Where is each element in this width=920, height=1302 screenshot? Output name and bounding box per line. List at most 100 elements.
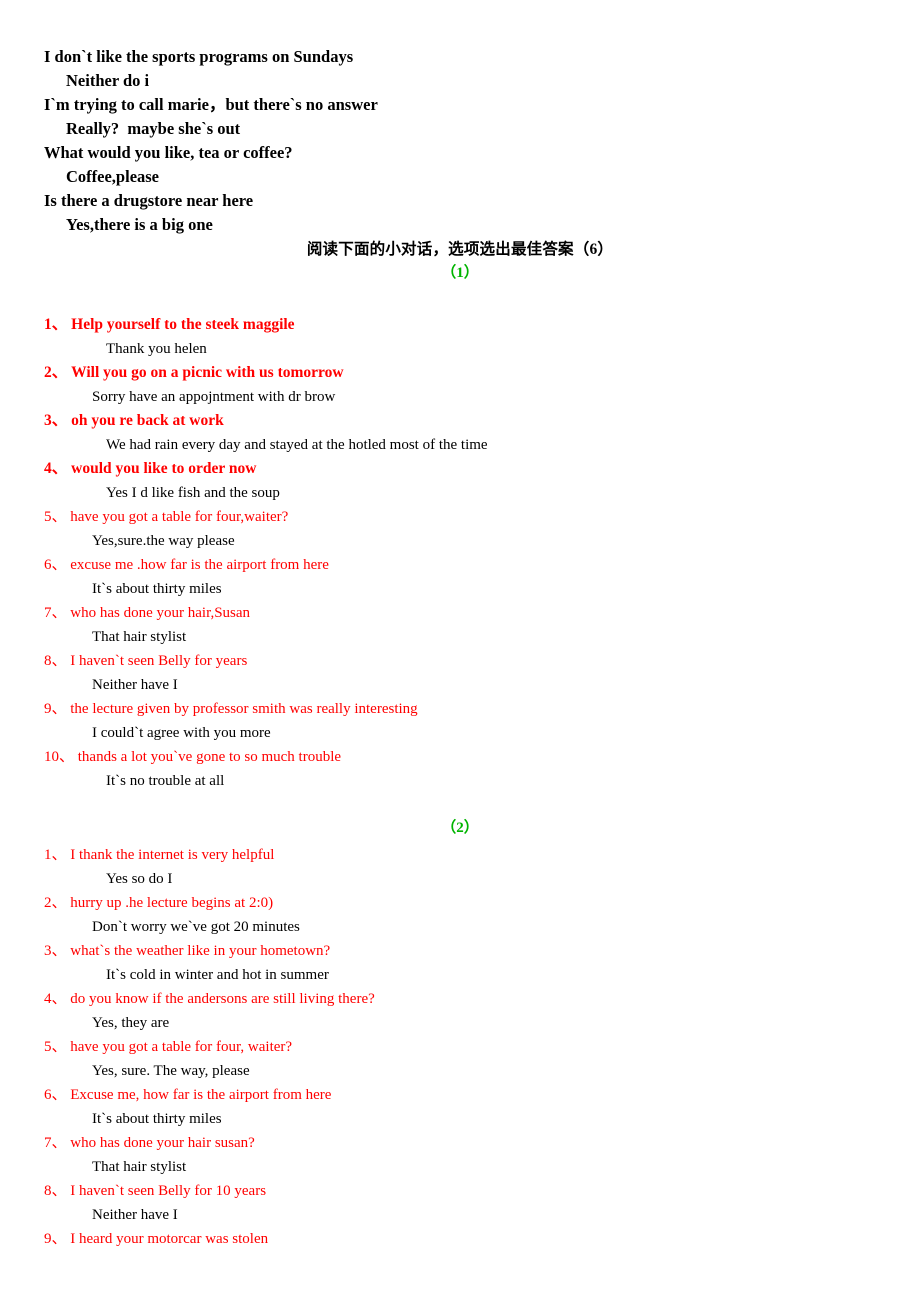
question-text: I haven`t seen Belly for 10 years bbox=[66, 1183, 267, 1199]
question-number: 5、 bbox=[44, 509, 67, 525]
question-number: 2、 bbox=[44, 895, 67, 911]
section-marker-1: （1） bbox=[441, 265, 479, 281]
answer-line: That hair stylist bbox=[92, 629, 187, 645]
answer-line: Yes I d like fish and the soup bbox=[106, 485, 280, 501]
question-line: 9、 the lecture given by professor smith … bbox=[44, 697, 874, 721]
answer-line: Thank you helen bbox=[106, 341, 207, 357]
question-number: 6、 bbox=[44, 1087, 67, 1103]
qa-item: 3、 what`s the weather like in your homet… bbox=[44, 939, 874, 987]
question-line: 8、 I haven`t seen Belly for 10 years bbox=[44, 1179, 874, 1203]
answer-line: It`s no trouble at all bbox=[106, 773, 225, 789]
page-heading: 阅读下面的小对话，选项选出最佳答案（6） bbox=[306, 241, 614, 258]
question-text: have you got a table for four,waiter? bbox=[66, 509, 289, 525]
question-text: the lecture given by professor smith was… bbox=[66, 701, 418, 717]
intro-dialogue-block: I don`t like the sports programs on Sund… bbox=[44, 45, 864, 237]
question-line: 9、 I heard your motorcar was stolen bbox=[44, 1227, 874, 1251]
question-line: 4、 would you like to order now bbox=[44, 457, 874, 481]
intro-reply-line: Coffee,please bbox=[66, 167, 160, 186]
question-line: 6、 excuse me .how far is the airport fro… bbox=[44, 553, 874, 577]
qa-item: 6、 excuse me .how far is the airport fro… bbox=[44, 553, 874, 601]
question-line: 2、 Will you go on a picnic with us tomor… bbox=[44, 361, 874, 385]
question-line: 5、 have you got a table for four, waiter… bbox=[44, 1035, 874, 1059]
question-number: 1、 bbox=[44, 847, 67, 863]
answer-line: Yes, they are bbox=[92, 1015, 170, 1031]
qa-item: 4、 would you like to order now Yes I d li… bbox=[44, 457, 874, 505]
question-text: would you like to order now bbox=[67, 460, 257, 477]
question-text: Excuse me, how far is the airport from h… bbox=[66, 1087, 332, 1103]
question-line: 2、 hurry up .he lecture begins at 2:0) bbox=[44, 891, 874, 915]
question-text: Help yourself to the steek maggile bbox=[67, 316, 295, 333]
answer-line: Yes so do I bbox=[106, 871, 173, 887]
question-number: 1、 bbox=[44, 316, 68, 333]
intro-prompt-line: I don`t like the sports programs on Sund… bbox=[44, 47, 354, 66]
answer-line: Yes, sure. The way, please bbox=[92, 1063, 250, 1079]
question-number: 7、 bbox=[44, 605, 67, 621]
qa-item: 1、 I thank the internet is very helpful Y… bbox=[44, 843, 874, 891]
question-number: 4、 bbox=[44, 460, 68, 477]
question-number: 5、 bbox=[44, 1039, 67, 1055]
answer-line: Sorry have an appojntment with dr brow bbox=[92, 389, 336, 405]
qa-item: 1、 Help yourself to the steek maggile Tha… bbox=[44, 313, 874, 361]
answer-line: It`s cold in winter and hot in summer bbox=[106, 967, 329, 983]
qa-item: 8、 I haven`t seen Belly for years Neither… bbox=[44, 649, 874, 697]
qa-item: 7、 who has done your hair susan? That hai… bbox=[44, 1131, 874, 1179]
intro-prompt-line: I`m trying to call marie，but there`s no … bbox=[44, 95, 378, 114]
question-text: who has done your hair,Susan bbox=[66, 605, 251, 621]
question-line: 6、 Excuse me, how far is the airport fro… bbox=[44, 1083, 874, 1107]
question-number: 8、 bbox=[44, 1183, 67, 1199]
question-line: 5、 have you got a table for four,waiter? bbox=[44, 505, 874, 529]
question-text: I haven`t seen Belly for years bbox=[66, 653, 248, 669]
qa-item: 2、 Will you go on a picnic with us tomor… bbox=[44, 361, 874, 409]
answer-line: We had rain every day and stayed at the … bbox=[106, 437, 488, 453]
qa-group-section-1: 1、 Help yourself to the steek maggile Tha… bbox=[44, 313, 874, 793]
question-text: have you got a table for four, waiter? bbox=[66, 1039, 293, 1055]
qa-item: 2、 hurry up .he lecture begins at 2:0) Do… bbox=[44, 891, 874, 939]
answer-line: Don`t worry we`ve got 20 minutes bbox=[92, 919, 300, 935]
question-number: 4、 bbox=[44, 991, 67, 1007]
qa-group-section-2: 1、 I thank the internet is very helpful Y… bbox=[44, 843, 874, 1251]
qa-item: 5、 have you got a table for four, waiter… bbox=[44, 1035, 874, 1083]
intro-reply-line: Yes,there is a big one bbox=[66, 215, 213, 234]
question-number: 9、 bbox=[44, 701, 67, 717]
question-number: 2、 bbox=[44, 364, 68, 381]
answer-line: It`s about thirty miles bbox=[92, 581, 222, 597]
intro-prompt-line: What would you like, tea or coffee? bbox=[44, 143, 293, 162]
question-text: who has done your hair susan? bbox=[66, 1135, 255, 1151]
document-page: I don`t like the sports programs on Sund… bbox=[0, 0, 920, 1302]
question-line: 7、 who has done your hair,Susan bbox=[44, 601, 874, 625]
question-text: hurry up .he lecture begins at 2:0) bbox=[66, 895, 274, 911]
qa-item: 6、 Excuse me, how far is the airport fro… bbox=[44, 1083, 874, 1131]
answer-line: That hair stylist bbox=[92, 1159, 187, 1175]
qa-item: 4、 do you know if the andersons are stil… bbox=[44, 987, 874, 1035]
question-line: 3、 oh you re back at work bbox=[44, 409, 874, 433]
qa-item: 7、 who has done your hair,Susan That hair… bbox=[44, 601, 874, 649]
question-text: I thank the internet is very helpful bbox=[66, 847, 275, 863]
qa-item: 9、 I heard your motorcar was stolen bbox=[44, 1227, 874, 1251]
answer-line: I could`t agree with you more bbox=[92, 725, 271, 741]
question-number: 3、 bbox=[44, 943, 67, 959]
qa-item: 5、 have you got a table for four,waiter?… bbox=[44, 505, 874, 553]
question-number: 8、 bbox=[44, 653, 67, 669]
question-text: oh you re back at work bbox=[67, 412, 224, 429]
question-text: excuse me .how far is the airport from h… bbox=[66, 557, 329, 573]
question-number: 7、 bbox=[44, 1135, 67, 1151]
question-text: what`s the weather like in your hometown… bbox=[66, 943, 331, 959]
intro-reply-line: Really? maybe she`s out bbox=[66, 119, 241, 138]
answer-line: Neither have I bbox=[92, 1207, 178, 1223]
intro-prompt-line: Is there a drugstore near here bbox=[44, 191, 254, 210]
answer-line: Neither have I bbox=[92, 677, 178, 693]
question-line: 1、 Help yourself to the steek maggile bbox=[44, 313, 874, 337]
question-number: 10、 bbox=[44, 749, 75, 765]
section-marker-2: （2） bbox=[441, 820, 479, 836]
qa-item: 8、 I haven`t seen Belly for 10 years Neit… bbox=[44, 1179, 874, 1227]
question-text: Will you go on a picnic with us tomorrow bbox=[67, 364, 344, 381]
question-line: 1、 I thank the internet is very helpful bbox=[44, 843, 874, 867]
intro-reply-line: Neither do i bbox=[66, 71, 150, 90]
question-number: 6、 bbox=[44, 557, 67, 573]
qa-item: 3、 oh you re back at work We had rain eve… bbox=[44, 409, 874, 457]
question-text: do you know if the andersons are still l… bbox=[66, 991, 375, 1007]
question-text: thands a lot you`ve gone to so much trou… bbox=[74, 749, 342, 765]
question-line: 10、 thands a lot you`ve gone to so much … bbox=[44, 745, 874, 769]
qa-item: 9、 the lecture given by professor smith … bbox=[44, 697, 874, 745]
question-line: 3、 what`s the weather like in your homet… bbox=[44, 939, 874, 963]
